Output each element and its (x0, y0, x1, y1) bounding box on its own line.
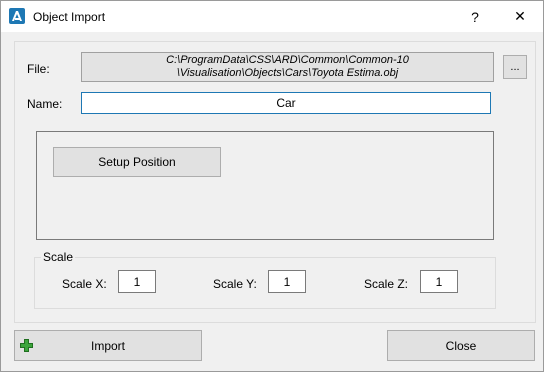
name-input[interactable] (81, 92, 491, 114)
object-import-dialog: Object Import ? ✕ File: C:\ProgramData\C… (0, 0, 544, 372)
browse-button[interactable]: ... (503, 55, 527, 79)
scale-y-input[interactable] (268, 270, 306, 293)
close-button[interactable]: Close (387, 330, 535, 361)
scale-x-input[interactable] (118, 270, 156, 293)
scale-y-label: Scale Y: (213, 277, 257, 291)
scale-z-label: Scale Z: (364, 277, 409, 291)
scale-x-label: Scale X: (62, 277, 107, 291)
close-button-label: Close (445, 338, 477, 353)
window-close-button[interactable]: ✕ (498, 1, 542, 32)
help-button[interactable]: ? (453, 1, 497, 32)
plus-icon (20, 339, 33, 352)
app-logo-icon (9, 8, 25, 24)
file-path-field: C:\ProgramData\CSS\ARD\Common\Common-10 … (81, 52, 494, 82)
file-path-line-1: C:\ProgramData\CSS\ARD\Common\Common-10 (166, 54, 409, 66)
import-button-label: Import (90, 338, 125, 353)
window-title: Object Import (33, 10, 106, 24)
name-label: Name: (27, 97, 63, 111)
scale-z-input[interactable] (420, 270, 458, 293)
file-path-line-2: \Visualisation\Objects\Cars\Toyota Estim… (176, 67, 399, 79)
file-label: File: (27, 62, 50, 76)
title-bar[interactable]: Object Import ? ✕ (1, 1, 543, 32)
setup-position-button[interactable]: Setup Position (53, 147, 221, 177)
scale-group-title: Scale (41, 250, 76, 264)
import-button[interactable]: Import (14, 330, 202, 361)
